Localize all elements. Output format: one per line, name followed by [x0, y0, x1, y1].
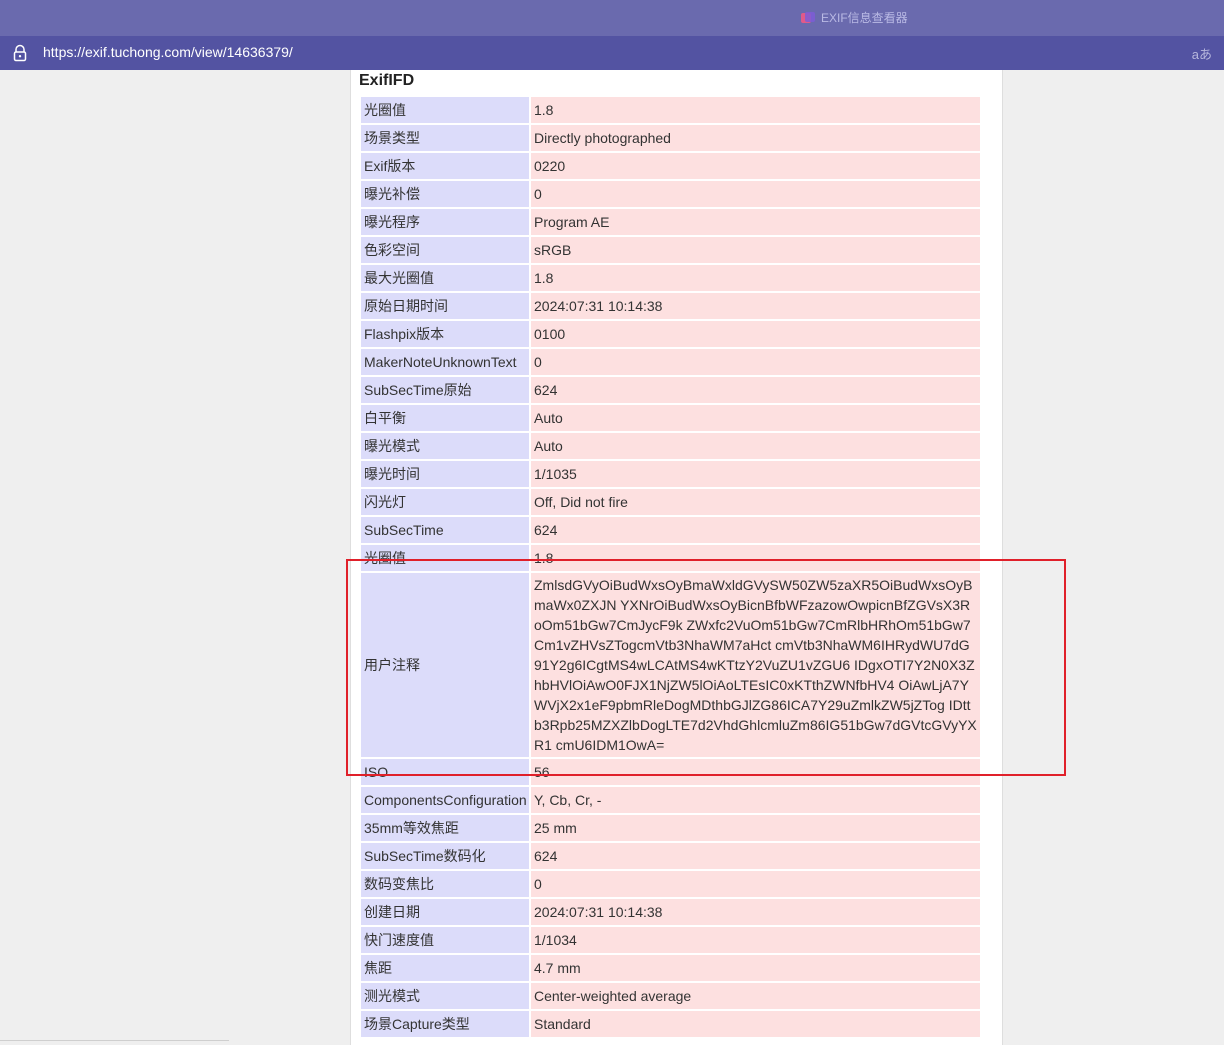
table-row: ISO 56	[361, 759, 980, 785]
exif-value: 0	[531, 871, 980, 897]
exif-value: 0220	[531, 153, 980, 179]
exif-value: 0100	[531, 321, 980, 347]
url-text[interactable]: https://exif.tuchong.com/view/14636379/	[43, 44, 293, 60]
exif-key: 光圈值	[361, 545, 529, 571]
table-row: 光圈值 1.8	[361, 97, 980, 123]
table-row: 曝光模式 Auto	[361, 433, 980, 459]
table-row: SubSecTime数码化 624	[361, 843, 980, 869]
exif-key: 焦距	[361, 955, 529, 981]
browser-tab[interactable]: EXIF信息查看器	[800, 9, 908, 26]
table-row: 场景类型 Directly photographed	[361, 125, 980, 151]
exif-key: ISO	[361, 759, 529, 785]
exif-value: 1.8	[531, 265, 980, 291]
table-row: 数码变焦比 0	[361, 871, 980, 897]
exif-value: 56	[531, 759, 980, 785]
exif-key: 数码变焦比	[361, 871, 529, 897]
exif-value: Standard	[531, 1011, 980, 1037]
exif-value: sRGB	[531, 237, 980, 263]
exif-key: 曝光补偿	[361, 181, 529, 207]
exif-value: Directly photographed	[531, 125, 980, 151]
exif-key: SubSecTime原始	[361, 377, 529, 403]
table-row: 快门速度值 1/1034	[361, 927, 980, 953]
exif-key: 曝光程序	[361, 209, 529, 235]
exif-key: 场景Capture类型	[361, 1011, 529, 1037]
exif-key: 创建日期	[361, 899, 529, 925]
exif-key: SubSecTime数码化	[361, 843, 529, 869]
lock-icon[interactable]	[12, 44, 28, 62]
exif-value-user-comment: ZmlsdGVyOiBudWxsOyBmaWxldGVySW50ZW5zaXR5…	[531, 573, 980, 757]
exif-key: MakerNoteUnknownText	[361, 349, 529, 375]
table-row: 创建日期 2024:07:31 10:14:38	[361, 899, 980, 925]
exif-table: 光圈值 1.8 场景类型 Directly photographed Exif版本 0…	[359, 95, 982, 1039]
translate-icon[interactable]: aあ	[1192, 44, 1212, 63]
exif-key: 曝光时间	[361, 461, 529, 487]
section-title: ExifIFD	[359, 72, 415, 89]
table-row: 光圈值 1.8	[361, 545, 980, 571]
exif-key: 色彩空间	[361, 237, 529, 263]
table-row: 曝光时间 1/1035	[361, 461, 980, 487]
exif-value: 1.8	[531, 545, 980, 571]
exif-value: 25 mm	[531, 815, 980, 841]
exif-value: 624	[531, 843, 980, 869]
exif-key: 最大光圈值	[361, 265, 529, 291]
exif-key: 原始日期时间	[361, 293, 529, 319]
table-row: 色彩空间 sRGB	[361, 237, 980, 263]
exif-key: 闪光灯	[361, 489, 529, 515]
table-row: SubSecTime原始 624	[361, 377, 980, 403]
table-row: 曝光补偿 0	[361, 181, 980, 207]
tab-title: EXIF信息查看器	[821, 11, 908, 25]
table-row: SubSecTime 624	[361, 517, 980, 543]
exif-key: 用户注释	[361, 573, 529, 757]
horizontal-divider	[0, 1040, 229, 1041]
exif-value: Off, Did not fire	[531, 489, 980, 515]
exif-key: 光圈值	[361, 97, 529, 123]
exif-value: Auto	[531, 433, 980, 459]
table-row: Exif版本 0220	[361, 153, 980, 179]
exif-value: 624	[531, 517, 980, 543]
exif-key: SubSecTime	[361, 517, 529, 543]
exif-value: Auto	[531, 405, 980, 431]
exif-value: Program AE	[531, 209, 980, 235]
exif-value: Center-weighted average	[531, 983, 980, 1009]
exif-content-page: ExifIFD 光圈值 1.8 场景类型 Directly photographed…	[350, 70, 1003, 1045]
exif-key: 快门速度值	[361, 927, 529, 953]
table-row: MakerNoteUnknownText 0	[361, 349, 980, 375]
exif-value: 0	[531, 349, 980, 375]
exif-key: 白平衡	[361, 405, 529, 431]
exif-value: Y, Cb, Cr, -	[531, 787, 980, 813]
table-row: 场景Capture类型 Standard	[361, 1011, 980, 1037]
site-favicon-icon	[801, 11, 815, 23]
exif-value: 1/1035	[531, 461, 980, 487]
table-row: Flashpix版本 0100	[361, 321, 980, 347]
table-row: 35mm等效焦距 25 mm	[361, 815, 980, 841]
exif-value: 4.7 mm	[531, 955, 980, 981]
exif-value: 1.8	[531, 97, 980, 123]
table-row: 曝光程序 Program AE	[361, 209, 980, 235]
exif-key: 测光模式	[361, 983, 529, 1009]
exif-value: 0	[531, 181, 980, 207]
address-bar[interactable]: https://exif.tuchong.com/view/14636379/ …	[0, 36, 1224, 70]
exif-value: 624	[531, 377, 980, 403]
exif-value: 2024:07:31 10:14:38	[531, 899, 980, 925]
exif-key: 曝光模式	[361, 433, 529, 459]
exif-value: 1/1034	[531, 927, 980, 953]
exif-key: Exif版本	[361, 153, 529, 179]
table-row: ComponentsConfiguration Y, Cb, Cr, -	[361, 787, 980, 813]
exif-key: 35mm等效焦距	[361, 815, 529, 841]
exif-value: 2024:07:31 10:14:38	[531, 293, 980, 319]
table-row: 原始日期时间 2024:07:31 10:14:38	[361, 293, 980, 319]
table-row: 最大光圈值 1.8	[361, 265, 980, 291]
table-row: 白平衡 Auto	[361, 405, 980, 431]
exif-key: ComponentsConfiguration	[361, 787, 529, 813]
browser-titlebar: EXIF信息查看器	[0, 0, 1224, 36]
table-row: 闪光灯 Off, Did not fire	[361, 489, 980, 515]
exif-key: 场景类型	[361, 125, 529, 151]
table-row: 焦距 4.7 mm	[361, 955, 980, 981]
table-row: 测光模式 Center-weighted average	[361, 983, 980, 1009]
exif-key: Flashpix版本	[361, 321, 529, 347]
table-row-user-comment: 用户注释 ZmlsdGVyOiBudWxsOyBmaWxldGVySW50ZW5z…	[361, 573, 980, 757]
